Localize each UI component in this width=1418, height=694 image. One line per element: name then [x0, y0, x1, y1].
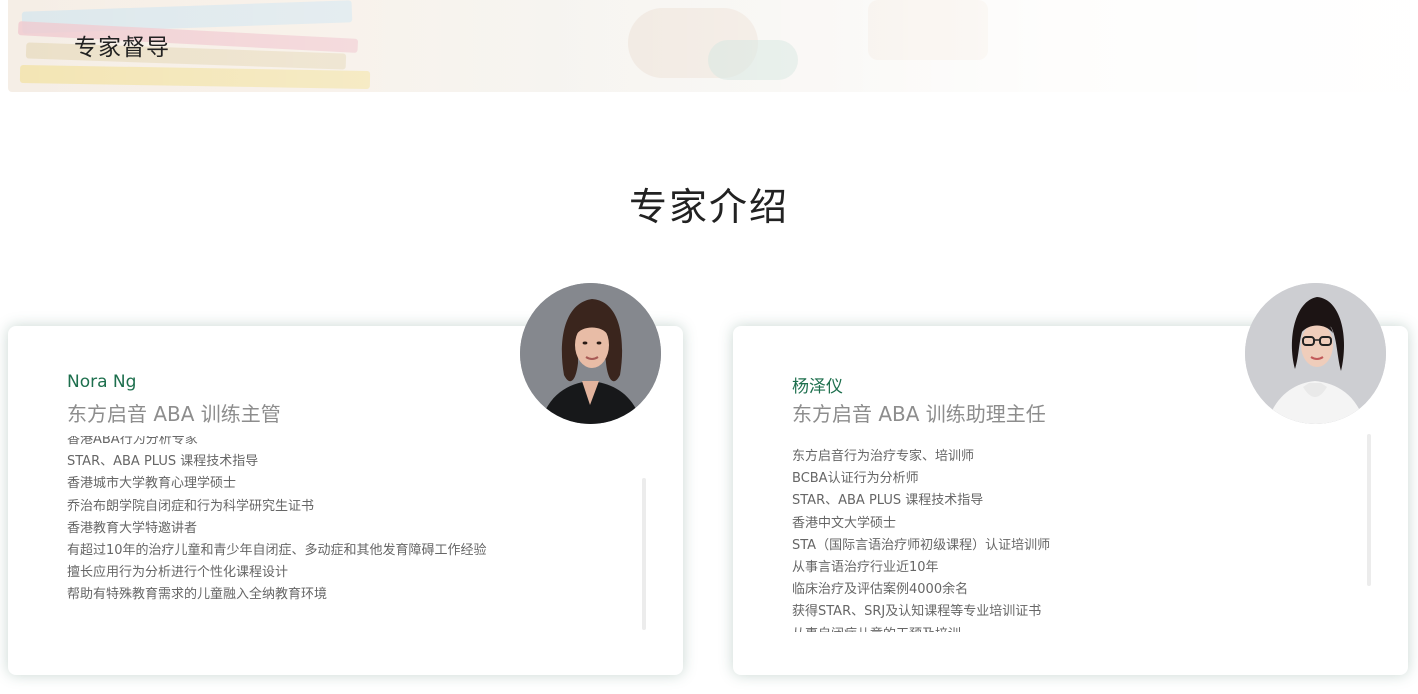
list-item: 擅长应用行为分析进行个性化课程设计 — [67, 565, 289, 581]
list-item: BCBA认证行为分析师 — [792, 471, 919, 487]
avatar-photo — [1245, 283, 1386, 424]
list-item: 香港ABA行为分析专家 — [67, 436, 198, 447]
expert-avatar — [1245, 283, 1386, 424]
list-item: STAR、ABA PLUS 课程技术指导 — [792, 493, 984, 509]
expert-role: 东方启音 ABA 训练主管 — [67, 402, 281, 426]
list-item: 香港中文大学硕士 — [792, 515, 897, 531]
list-item: 东方启音行为治疗专家、培训师 — [792, 449, 975, 464]
list-item: STA（国际言语治疗师初级课程）认证培训师 — [792, 537, 1051, 553]
expert-credentials-list[interactable]: 东方启音行为治疗专家、培训师 BCBA认证行为分析师 STAR、ABA PLUS… — [792, 436, 1352, 632]
list-scrollbar[interactable] — [642, 478, 646, 630]
section-title: 专家介绍 — [628, 185, 789, 229]
expert-credentials-list[interactable]: 香港ABA行为分析专家 STAR、ABA PLUS 课程技术指导 香港城市大学教… — [67, 436, 627, 626]
list-item: 从事自闭症儿童的干预及培训 — [792, 624, 1352, 632]
avatar-photo — [520, 283, 661, 424]
list-item: 获得STAR、SRJ及认知课程等专业培训证书 — [792, 604, 1042, 620]
list-scrollbar[interactable] — [1367, 434, 1371, 586]
banner-overlay — [8, 0, 1410, 92]
page-banner: 专家督导 — [8, 0, 1410, 92]
list-item: 香港城市大学教育心理学硕士 — [67, 476, 237, 492]
expert-name: Nora Ng — [67, 372, 137, 392]
expert-avatar — [520, 283, 661, 424]
expert-name: 杨泽仪 — [792, 377, 843, 397]
list-item: 帮助有特殊教育需求的儿童融入全纳教育环境 — [67, 587, 328, 603]
list-item: 香港教育大学特邀讲者 — [67, 520, 198, 536]
list-item: STAR、ABA PLUS 课程技术指导 — [67, 454, 259, 470]
list-item: 乔治布朗学院自闭症和行为科学研究生证书 — [67, 498, 315, 514]
banner-title: 专家督导 — [74, 35, 170, 61]
list-item: 从事言语治疗行业近10年 — [792, 560, 939, 576]
expert-role: 东方启音 ABA 训练助理主任 — [792, 402, 1046, 426]
list-item: 有超过10年的治疗儿童和青少年自闭症、多动症和其他发育障碍工作经验 — [67, 543, 487, 559]
list-item: 临床治疗及评估案例4000余名 — [792, 582, 969, 598]
